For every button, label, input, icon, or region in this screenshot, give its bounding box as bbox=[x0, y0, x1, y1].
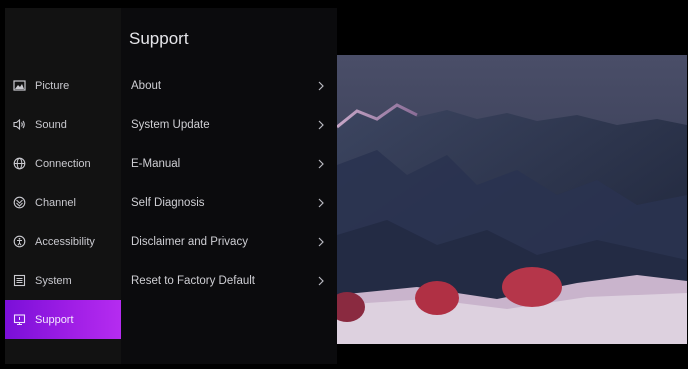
globe-icon bbox=[13, 157, 26, 170]
support-menu-panel: Support About System Update E-Manual Sel… bbox=[121, 8, 337, 364]
mountain-scene bbox=[337, 55, 687, 344]
menu-item-reset-factory-default[interactable]: Reset to Factory Default bbox=[121, 261, 337, 300]
menu-item-label: Disclaimer and Privacy bbox=[131, 235, 248, 248]
menu-item-system-update[interactable]: System Update bbox=[121, 105, 337, 144]
sidebar-item-label: Support bbox=[35, 313, 74, 326]
chevron-right-icon bbox=[318, 198, 324, 207]
system-icon bbox=[13, 274, 26, 287]
sidebar-item-label: Picture bbox=[35, 79, 70, 92]
sidebar-item-system[interactable]: System bbox=[5, 261, 121, 300]
speaker-icon bbox=[13, 118, 26, 131]
sidebar-item-connection[interactable]: Connection bbox=[5, 144, 121, 183]
menu-item-e-manual[interactable]: E-Manual bbox=[121, 144, 337, 183]
picture-icon bbox=[13, 79, 26, 92]
settings-sidebar: Picture Sound Connection Channel Accessi… bbox=[5, 8, 121, 364]
chevron-right-icon bbox=[318, 276, 324, 285]
sidebar-item-picture[interactable]: Picture bbox=[5, 66, 121, 105]
sidebar-item-label: Connection bbox=[35, 157, 91, 170]
sidebar-item-support[interactable]: Support bbox=[5, 300, 121, 339]
menu-item-about[interactable]: About bbox=[121, 66, 337, 105]
chevron-right-icon bbox=[318, 81, 324, 90]
sidebar-item-accessibility[interactable]: Accessibility bbox=[5, 222, 121, 261]
live-tv-preview bbox=[337, 55, 687, 344]
preview-letterbox-bottom bbox=[337, 344, 687, 364]
chevron-right-icon bbox=[318, 159, 324, 168]
channel-icon bbox=[13, 196, 26, 209]
sidebar-item-label: Sound bbox=[35, 118, 67, 131]
sidebar-item-label: Channel bbox=[35, 196, 76, 209]
menu-item-self-diagnosis[interactable]: Self Diagnosis bbox=[121, 183, 337, 222]
sidebar-item-label: Accessibility bbox=[35, 235, 95, 248]
menu-item-label: About bbox=[131, 79, 162, 92]
preview-letterbox-top bbox=[337, 8, 687, 55]
sidebar-item-sound[interactable]: Sound bbox=[5, 105, 121, 144]
accessibility-icon bbox=[13, 235, 26, 248]
menu-item-label: System Update bbox=[131, 118, 210, 131]
menu-item-label: Reset to Factory Default bbox=[131, 274, 255, 287]
sidebar-item-label: System bbox=[35, 274, 72, 287]
chevron-right-icon bbox=[318, 237, 324, 246]
menu-item-label: Self Diagnosis bbox=[131, 196, 205, 209]
support-icon bbox=[13, 313, 26, 326]
menu-item-disclaimer-privacy[interactable]: Disclaimer and Privacy bbox=[121, 222, 337, 261]
menu-item-label: E-Manual bbox=[131, 157, 181, 170]
page-title: Support bbox=[129, 29, 189, 48]
tv-settings-screen: Picture Sound Connection Channel Accessi… bbox=[0, 0, 688, 369]
chevron-right-icon bbox=[318, 120, 324, 129]
sidebar-item-channel[interactable]: Channel bbox=[5, 183, 121, 222]
